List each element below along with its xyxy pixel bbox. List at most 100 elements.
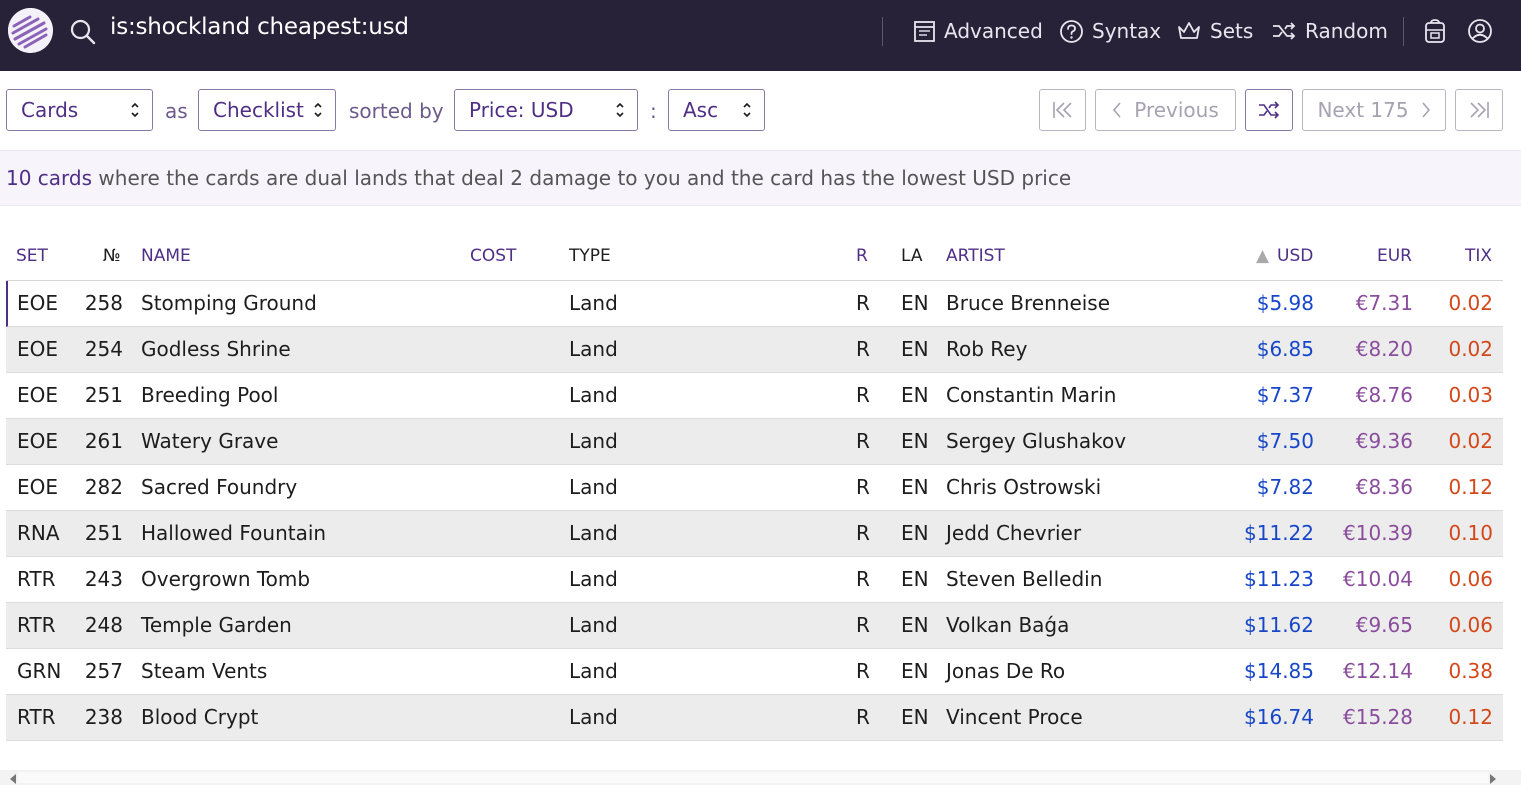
- cell-usd[interactable]: $11.62: [1244, 613, 1314, 637]
- table-row[interactable]: GRN 257 Steam Vents Land R EN Jonas De Ro $14.8…: [6, 649, 1503, 695]
- col-cost[interactable]: COST: [470, 246, 516, 266]
- col-artist[interactable]: ARTIST: [946, 246, 1005, 266]
- cell-eur[interactable]: €10.04: [1343, 567, 1413, 591]
- next-page-button[interactable]: Next 175: [1302, 89, 1446, 131]
- cell-eur[interactable]: €8.76: [1356, 383, 1413, 407]
- cell-usd[interactable]: $5.98: [1257, 291, 1314, 315]
- cell-tix[interactable]: 0.02: [1448, 337, 1493, 361]
- table-row[interactable]: EOE 261 Watery Grave Land R EN Sergey Glushako…: [6, 419, 1503, 465]
- cell-usd[interactable]: $7.37: [1257, 383, 1314, 407]
- cell-name[interactable]: Stomping Ground: [141, 291, 317, 315]
- deck-bag-icon[interactable]: [1423, 18, 1447, 44]
- sort-order-select[interactable]: Price: USD: [454, 89, 638, 131]
- previous-page-button[interactable]: Previous: [1095, 89, 1236, 131]
- scroll-right-icon[interactable]: [1490, 774, 1496, 784]
- cell-artist[interactable]: Jedd Chevrier: [946, 521, 1081, 545]
- table-row[interactable]: RNA 251 Hallowed Fountain Land R EN Jedd Chevr…: [6, 511, 1503, 557]
- random-link[interactable]: Random: [1271, 15, 1388, 47]
- col-number[interactable]: №: [103, 246, 121, 266]
- cell-set[interactable]: RTR: [17, 613, 56, 637]
- cell-usd[interactable]: $7.50: [1257, 429, 1314, 453]
- cell-artist[interactable]: Chris Ostrowski: [946, 475, 1101, 499]
- cell-artist[interactable]: Rob Rey: [946, 337, 1027, 361]
- cell-name[interactable]: Sacred Foundry: [141, 475, 297, 499]
- sets-link[interactable]: Sets: [1176, 15, 1253, 47]
- cell-eur[interactable]: €8.36: [1356, 475, 1413, 499]
- first-page-button[interactable]: [1039, 89, 1086, 131]
- syntax-link[interactable]: Syntax: [1059, 15, 1161, 47]
- cell-set[interactable]: GRN: [17, 659, 61, 683]
- cell-usd[interactable]: $16.74: [1244, 705, 1314, 729]
- col-set[interactable]: SET: [16, 246, 48, 266]
- cell-eur[interactable]: €12.14: [1343, 659, 1413, 683]
- cell-eur[interactable]: €9.36: [1356, 429, 1413, 453]
- cell-usd[interactable]: $14.85: [1244, 659, 1314, 683]
- cell-artist[interactable]: Bruce Brenneise: [946, 291, 1110, 315]
- cell-tix[interactable]: 0.10: [1448, 521, 1493, 545]
- display-mode-select[interactable]: Cards: [6, 89, 153, 131]
- account-icon[interactable]: [1467, 18, 1493, 44]
- cell-set[interactable]: RNA: [17, 521, 60, 545]
- cell-name[interactable]: Breeding Pool: [141, 383, 278, 407]
- cell-set[interactable]: EOE: [17, 291, 58, 315]
- advanced-search-link[interactable]: Advanced: [913, 15, 1043, 47]
- horizontal-scrollbar[interactable]: [0, 770, 1521, 785]
- cell-tix[interactable]: 0.06: [1448, 613, 1493, 637]
- cell-set[interactable]: RTR: [17, 705, 56, 729]
- col-language[interactable]: LA: [901, 246, 923, 266]
- cell-eur[interactable]: €10.39: [1343, 521, 1413, 545]
- cell-tix[interactable]: 0.12: [1448, 705, 1493, 729]
- cell-usd[interactable]: $11.23: [1244, 567, 1314, 591]
- cell-tix[interactable]: 0.03: [1448, 383, 1493, 407]
- cell-artist[interactable]: Vincent Proce: [946, 705, 1083, 729]
- col-name[interactable]: NAME: [141, 246, 191, 266]
- table-row[interactable]: EOE 282 Sacred Foundry Land R EN Chris Ostrows…: [6, 465, 1503, 511]
- table-row[interactable]: EOE 254 Godless Shrine Land R EN Rob Rey $6.85 €…: [6, 327, 1503, 373]
- cell-artist[interactable]: Volkan Baǵa: [946, 613, 1069, 637]
- cell-set[interactable]: EOE: [17, 383, 58, 407]
- cell-set[interactable]: EOE: [17, 475, 58, 499]
- cell-usd[interactable]: $7.82: [1257, 475, 1314, 499]
- cell-set[interactable]: EOE: [17, 337, 58, 361]
- cell-name[interactable]: Temple Garden: [141, 613, 292, 637]
- search-input[interactable]: is:shockland cheapest:usd: [110, 14, 409, 40]
- cell-artist[interactable]: Constantin Marin: [946, 383, 1116, 407]
- cell-artist[interactable]: Steven Belledin: [946, 567, 1102, 591]
- cell-name[interactable]: Godless Shrine: [141, 337, 291, 361]
- format-select[interactable]: Checklist: [198, 89, 336, 131]
- cell-tix[interactable]: 0.02: [1448, 429, 1493, 453]
- sort-direction-select[interactable]: Asc: [668, 89, 765, 131]
- cell-eur[interactable]: €15.28: [1343, 705, 1413, 729]
- cell-name[interactable]: Steam Vents: [141, 659, 267, 683]
- cell-name[interactable]: Overgrown Tomb: [141, 567, 310, 591]
- cell-tix[interactable]: 0.12: [1448, 475, 1493, 499]
- cell-tix[interactable]: 0.38: [1448, 659, 1493, 683]
- cell-name[interactable]: Blood Crypt: [141, 705, 258, 729]
- cell-set[interactable]: RTR: [17, 567, 56, 591]
- table-row[interactable]: RTR 238 Blood Crypt Land R EN Vincent Proce $16…: [6, 695, 1503, 741]
- table-row[interactable]: RTR 248 Temple Garden Land R EN Volkan Baǵa $11…: [6, 603, 1503, 649]
- col-rarity[interactable]: R: [856, 246, 868, 266]
- table-row[interactable]: EOE 258 Stomping Ground Land R EN Bruce Brenne…: [6, 281, 1503, 327]
- col-tix[interactable]: TIX: [1465, 246, 1492, 266]
- cell-tix[interactable]: 0.06: [1448, 567, 1493, 591]
- last-page-button[interactable]: [1455, 89, 1503, 131]
- cell-artist[interactable]: Sergey Glushakov: [946, 429, 1126, 453]
- scrollbar-thumb[interactable]: [18, 772, 1488, 783]
- cell-artist[interactable]: Jonas De Ro: [946, 659, 1065, 683]
- cell-name[interactable]: Watery Grave: [141, 429, 278, 453]
- col-eur[interactable]: EUR: [1377, 246, 1412, 266]
- table-row[interactable]: EOE 251 Breeding Pool Land R EN Constantin Mar…: [6, 373, 1503, 419]
- col-usd[interactable]: USD: [1277, 246, 1313, 266]
- cell-name[interactable]: Hallowed Fountain: [141, 521, 326, 545]
- cell-eur[interactable]: €8.20: [1356, 337, 1413, 361]
- random-order-button[interactable]: [1245, 89, 1293, 131]
- cell-usd[interactable]: $11.22: [1244, 521, 1314, 545]
- table-row[interactable]: RTR 243 Overgrown Tomb Land R EN Steven Belled…: [6, 557, 1503, 603]
- cell-eur[interactable]: €7.31: [1356, 291, 1413, 315]
- scroll-left-icon[interactable]: [10, 774, 16, 784]
- cell-usd[interactable]: $6.85: [1257, 337, 1314, 361]
- cell-tix[interactable]: 0.02: [1448, 291, 1493, 315]
- cell-set[interactable]: EOE: [17, 429, 58, 453]
- col-type[interactable]: TYPE: [569, 246, 611, 266]
